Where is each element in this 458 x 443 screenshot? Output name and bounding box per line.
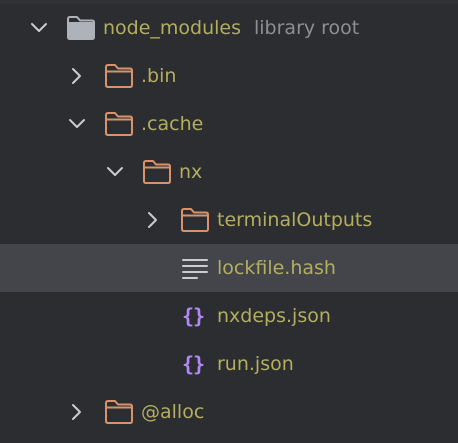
chevron-right-icon[interactable]	[68, 52, 86, 100]
tree-row-label: .bin	[141, 65, 177, 87]
tree-row-label: run.json	[217, 353, 294, 375]
tree-row-lockfile-hash[interactable]: lockfile.hash	[0, 244, 458, 292]
chevron-down-icon[interactable]	[30, 4, 48, 52]
tree-row-nx[interactable]: nx	[0, 148, 458, 196]
tree-row-label: nxdeps.json	[217, 305, 331, 327]
project-tree: node_modules library root .bin .cache nx	[0, 0, 458, 443]
tree-row-run-json[interactable]: {} run.json	[0, 340, 458, 388]
json-file-icon: {}	[182, 304, 205, 328]
chevron-down-icon[interactable]	[68, 100, 86, 148]
tree-row-node-modules[interactable]: node_modules library root	[0, 4, 458, 52]
tree-row-label: terminalOutputs	[217, 209, 373, 231]
chevron-right-icon[interactable]	[68, 388, 86, 436]
tree-row-terminal-outputs[interactable]: terminalOutputs	[0, 196, 458, 244]
tree-row-label: .cache	[141, 113, 204, 135]
tree-row-label: lockfile.hash	[217, 257, 336, 279]
folder-icon	[180, 196, 210, 244]
tree-row-label: nx	[179, 161, 203, 183]
tree-row-bin[interactable]: .bin	[0, 52, 458, 100]
folder-icon	[104, 100, 134, 148]
text-file-icon	[182, 244, 208, 292]
chevron-down-icon[interactable]	[106, 148, 124, 196]
folder-icon	[104, 388, 134, 436]
tree-row-alloc[interactable]: @alloc	[0, 388, 458, 436]
tree-row-cache[interactable]: .cache	[0, 100, 458, 148]
tree-row-label: node_modules	[103, 17, 242, 39]
library-root-hint: library root	[254, 17, 360, 39]
folder-icon	[104, 52, 134, 100]
folder-icon	[142, 148, 172, 196]
folder-icon	[66, 4, 96, 52]
json-file-icon: {}	[182, 352, 205, 376]
chevron-right-icon[interactable]	[144, 196, 162, 244]
tree-row-nxdeps-json[interactable]: {} nxdeps.json	[0, 292, 458, 340]
tree-row-label: @alloc	[141, 401, 205, 423]
